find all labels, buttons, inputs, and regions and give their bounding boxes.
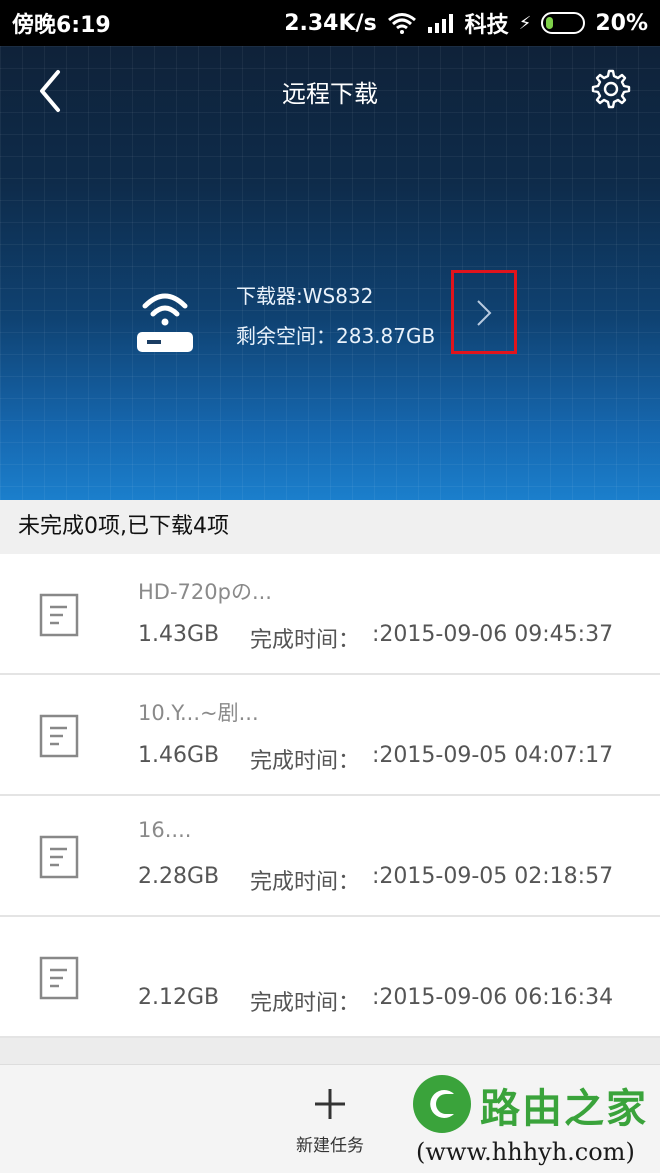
brand-logo-icon: [413, 1075, 471, 1133]
file-name: 16....: [138, 818, 192, 842]
file-name: HD-720pの...: [138, 580, 272, 604]
device-name: 下载器:WS832: [236, 284, 374, 308]
file-list: HD-720pの... 1.43GB 完成时间： :2015-09-06 09:…: [0, 554, 660, 1038]
network-speed: 2.34K/s: [284, 10, 377, 36]
finish-time-label: 完成时间：: [250, 628, 361, 653]
new-task-button[interactable]: 新建任务: [290, 1087, 370, 1167]
watermark: 路由之家 (www.hhhyh.com): [410, 1066, 660, 1173]
document-icon: [39, 593, 79, 637]
battery-percent: 20%: [595, 10, 648, 36]
settings-gear-icon[interactable]: [590, 68, 632, 110]
finish-time: :2015-09-05 02:18:57: [372, 864, 614, 889]
file-name: 10.Y...~剧...: [138, 701, 259, 725]
file-size: 2.12GB: [138, 985, 220, 1010]
chevron-right-icon[interactable]: [472, 297, 496, 329]
free-space: 剩余空间：283.87GB: [236, 324, 436, 348]
file-size: 1.43GB: [138, 622, 220, 647]
finish-time-label: 完成时间：: [250, 870, 361, 895]
status-right: 2.34K/s 科技 ⚡ 20%: [284, 7, 648, 39]
nav-bar: 远程下载: [0, 46, 660, 136]
document-icon: [39, 956, 79, 1000]
finish-time: :2015-09-06 09:45:37: [372, 622, 614, 647]
list-item[interactable]: 16.... 2.28GB 完成时间： :2015-09-05 02:18:57: [0, 796, 660, 917]
hero-header: 远程下载 下载器:WS832 剩余空间：283.87GB: [0, 46, 660, 500]
file-size: 2.28GB: [138, 864, 220, 889]
watermark-url: (www.hhhyh.com): [416, 1138, 635, 1166]
charging-icon: ⚡: [518, 12, 532, 34]
status-bar: 傍晚6:19 2.34K/s 科技 ⚡ 20%: [0, 0, 660, 46]
document-icon: [39, 835, 79, 879]
status-time: 傍晚6:19: [12, 13, 111, 38]
watermark-brand: 路由之家: [480, 1086, 648, 1132]
finish-time: :2015-09-06 06:16:34: [372, 985, 614, 1010]
router-wifi-icon: [137, 293, 193, 352]
carrier-name: 科技: [464, 13, 509, 38]
finish-time-label: 完成时间：: [250, 749, 361, 774]
signal-icon: [427, 14, 453, 33]
file-size: 1.46GB: [138, 743, 220, 768]
download-summary: 未完成0项,已下载4项: [0, 500, 660, 554]
page-title: 远程下载: [282, 80, 378, 108]
list-item[interactable]: 10.Y...~剧... 1.46GB 完成时间： :2015-09-05 04…: [0, 675, 660, 796]
list-item[interactable]: 2.12GB 完成时间： :2015-09-06 06:16:34: [0, 917, 660, 1038]
list-item[interactable]: HD-720pの... 1.43GB 完成时间： :2015-09-06 09:…: [0, 554, 660, 675]
finish-time-label: 完成时间：: [250, 991, 361, 1016]
plus-icon: [315, 1089, 345, 1119]
new-task-label: 新建任务: [296, 1136, 364, 1156]
device-detail-highlight[interactable]: [451, 270, 517, 354]
finish-time: :2015-09-05 04:07:17: [372, 743, 614, 768]
document-icon: [39, 714, 79, 758]
battery-icon: [541, 12, 586, 34]
wifi-status-icon: [387, 13, 416, 34]
device-info[interactable]: 下载器:WS832 剩余空间：283.87GB: [0, 246, 660, 376]
